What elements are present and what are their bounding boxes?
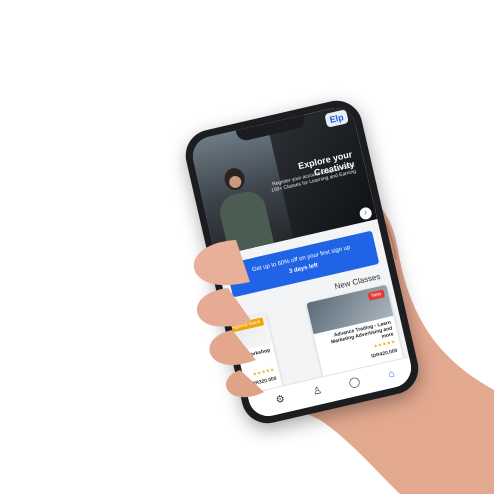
hand-fingers <box>193 240 264 398</box>
photo-scene: Elp Explore your Creativity Register you… <box>0 0 494 494</box>
